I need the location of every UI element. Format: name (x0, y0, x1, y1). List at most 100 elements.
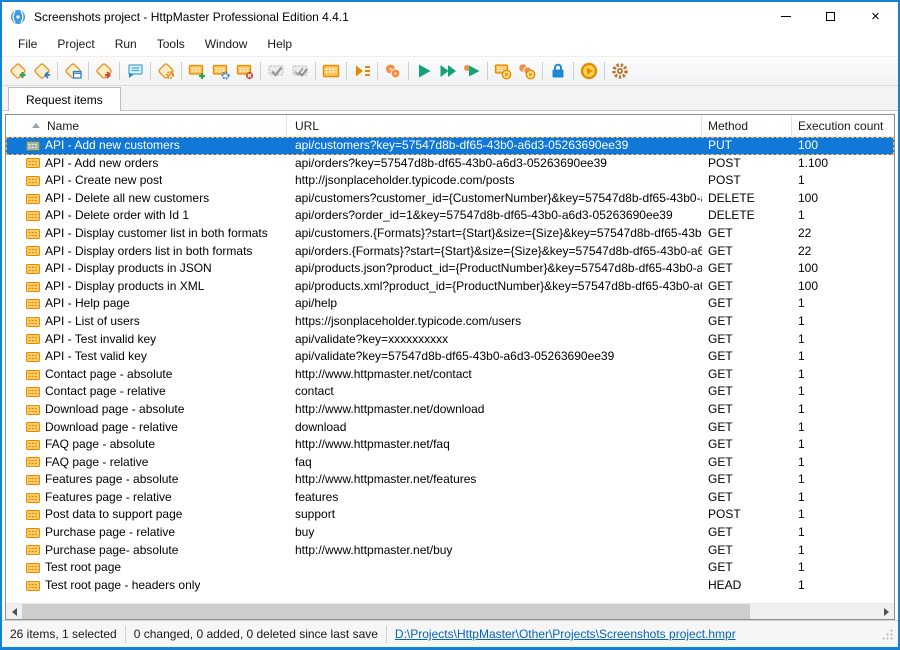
toolbar-separator (542, 62, 543, 80)
table-row[interactable]: Post data to support page support POST 1 (6, 506, 894, 524)
validate-all-button[interactable] (288, 59, 312, 83)
table-row[interactable]: Test root page GET 1 (6, 559, 894, 577)
item-url: api/validate?key=xxxxxxxxxx (287, 331, 702, 349)
table-row[interactable]: API - Create new post http://jsonplaceho… (6, 172, 894, 190)
menu-help[interactable]: Help (257, 31, 302, 56)
execute-button[interactable] (412, 59, 436, 83)
item-url: api/customers.{Formats}?start={Start}&si… (287, 225, 702, 243)
execute-selected-button[interactable] (460, 59, 484, 83)
column-header-url[interactable]: URL (287, 115, 702, 136)
item-method: GET (702, 559, 792, 577)
table-row[interactable]: Purchase page - relative buy GET 1 (6, 524, 894, 542)
table-row[interactable]: Contact page - absolute http://www.httpm… (6, 366, 894, 384)
item-url: support (287, 506, 702, 524)
statusbar-separator (386, 626, 387, 643)
toolbar-separator (315, 62, 316, 80)
add-group-button[interactable] (185, 59, 209, 83)
project-file-link[interactable]: D:\Projects\HttpMaster\Other\Projects\Sc… (395, 627, 736, 641)
horizontal-scrollbar[interactable] (6, 603, 894, 619)
table-row[interactable]: API - Test invalid key api/validate?key=… (6, 331, 894, 349)
settings-button[interactable] (608, 59, 632, 83)
item-properties-button[interactable] (123, 59, 147, 83)
scroll-left-button[interactable] (6, 604, 22, 619)
table-row[interactable]: API - Add new customers api/customers?ke… (6, 137, 894, 155)
item-name: API - Test invalid key (45, 331, 156, 349)
item-url: http://www.httpmaster.net/buy (287, 542, 702, 560)
table-row[interactable]: Contact page - relative contact GET 1 (6, 383, 894, 401)
table-row[interactable]: FAQ page - absolute http://www.httpmaste… (6, 436, 894, 454)
column-header-method[interactable]: Method (702, 115, 792, 136)
menu-run[interactable]: Run (105, 31, 147, 56)
configure-group-button[interactable] (209, 59, 233, 83)
item-url: api/orders?key=57547d8b-df65-43b0-a6d3-0… (287, 155, 702, 173)
column-header-name[interactable]: Name (6, 115, 287, 136)
edit-request-item-button[interactable] (61, 59, 85, 83)
table-row[interactable]: API - Delete all new customers api/custo… (6, 190, 894, 208)
maximize-button[interactable] (808, 2, 853, 31)
security-icon (548, 61, 568, 81)
table-row[interactable]: Features page - relative features GET 1 (6, 489, 894, 507)
close-button[interactable]: × (853, 2, 898, 31)
menu-tools[interactable]: Tools (147, 31, 195, 56)
scheduled-parameters-button[interactable] (515, 59, 539, 83)
data-generator-button[interactable] (319, 59, 343, 83)
menu-window[interactable]: Window (195, 31, 258, 56)
table-row[interactable]: FAQ page - relative faq GET 1 (6, 454, 894, 472)
validate-button[interactable] (264, 59, 288, 83)
menu-project[interactable]: Project (47, 31, 104, 56)
table-row[interactable]: API - Display products in XML api/produc… (6, 278, 894, 296)
table-row[interactable]: API - Display products in JSON api/produ… (6, 260, 894, 278)
table-row[interactable]: API - Test valid key api/validate?key=57… (6, 348, 894, 366)
item-method: DELETE (702, 207, 792, 225)
table-row[interactable]: Test root page - headers only HEAD 1 (6, 577, 894, 595)
delete-group-button[interactable] (233, 59, 257, 83)
item-execution-count: 1 (792, 436, 894, 454)
toolbar-separator (377, 62, 378, 80)
item-method: POST (702, 506, 792, 524)
clone-request-item-button[interactable] (30, 59, 54, 83)
parameters-button[interactable] (381, 59, 405, 83)
move-request-item-button[interactable] (92, 59, 116, 83)
item-options-button[interactable] (154, 59, 178, 83)
table-row[interactable]: API - Display customer list in both form… (6, 225, 894, 243)
item-name: API - Add new orders (45, 155, 158, 173)
request-item-icon (26, 440, 40, 450)
column-header-execution-count[interactable]: Execution count (792, 115, 894, 136)
toolbar-separator (573, 62, 574, 80)
scroll-right-button[interactable] (878, 604, 894, 619)
table-row[interactable]: API - Add new orders api/orders?key=5754… (6, 155, 894, 173)
item-url: api/help (287, 295, 702, 313)
table-row[interactable]: API - List of users https://jsonplacehol… (6, 313, 894, 331)
table-row[interactable]: API - Help page api/help GET 1 (6, 295, 894, 313)
request-item-icon (26, 211, 40, 221)
item-name: API - List of users (45, 313, 140, 331)
security-button[interactable] (546, 59, 570, 83)
execute-all-button[interactable] (436, 59, 460, 83)
table-row[interactable]: Download page - relative download GET 1 (6, 419, 894, 437)
toolbar-separator (57, 62, 58, 80)
table-row[interactable]: Download page - absolute http://www.http… (6, 401, 894, 419)
table-row[interactable]: Purchase page- absolute http://www.httpm… (6, 542, 894, 560)
table-row[interactable]: API - Display orders list in both format… (6, 243, 894, 261)
scrollbar-thumb[interactable] (22, 604, 750, 619)
run-sequence-icon (352, 61, 372, 81)
item-url: http://www.httpmaster.net/download (287, 401, 702, 419)
tab-request-items[interactable]: Request items (8, 87, 121, 111)
resize-grip[interactable] (881, 628, 894, 641)
maximize-icon (826, 12, 835, 21)
item-name: API - Test valid key (45, 348, 147, 366)
scrollbar-track[interactable] (22, 604, 878, 619)
new-request-item-button[interactable] (6, 59, 30, 83)
run-sequence-button[interactable] (350, 59, 374, 83)
item-name: Test root page - headers only (45, 577, 200, 595)
table-row[interactable]: API - Delete order with Id 1 api/orders?… (6, 207, 894, 225)
table-row[interactable]: Features page - absolute http://www.http… (6, 471, 894, 489)
minimize-button[interactable] (763, 2, 808, 31)
app-logo-icon (10, 9, 26, 25)
item-name: API - Delete all new customers (45, 190, 209, 208)
move-request-item-icon (94, 61, 114, 81)
playback-button[interactable] (577, 59, 601, 83)
schedule-execution-icon (493, 61, 513, 81)
schedule-execution-button[interactable] (491, 59, 515, 83)
menu-file[interactable]: File (8, 31, 47, 56)
